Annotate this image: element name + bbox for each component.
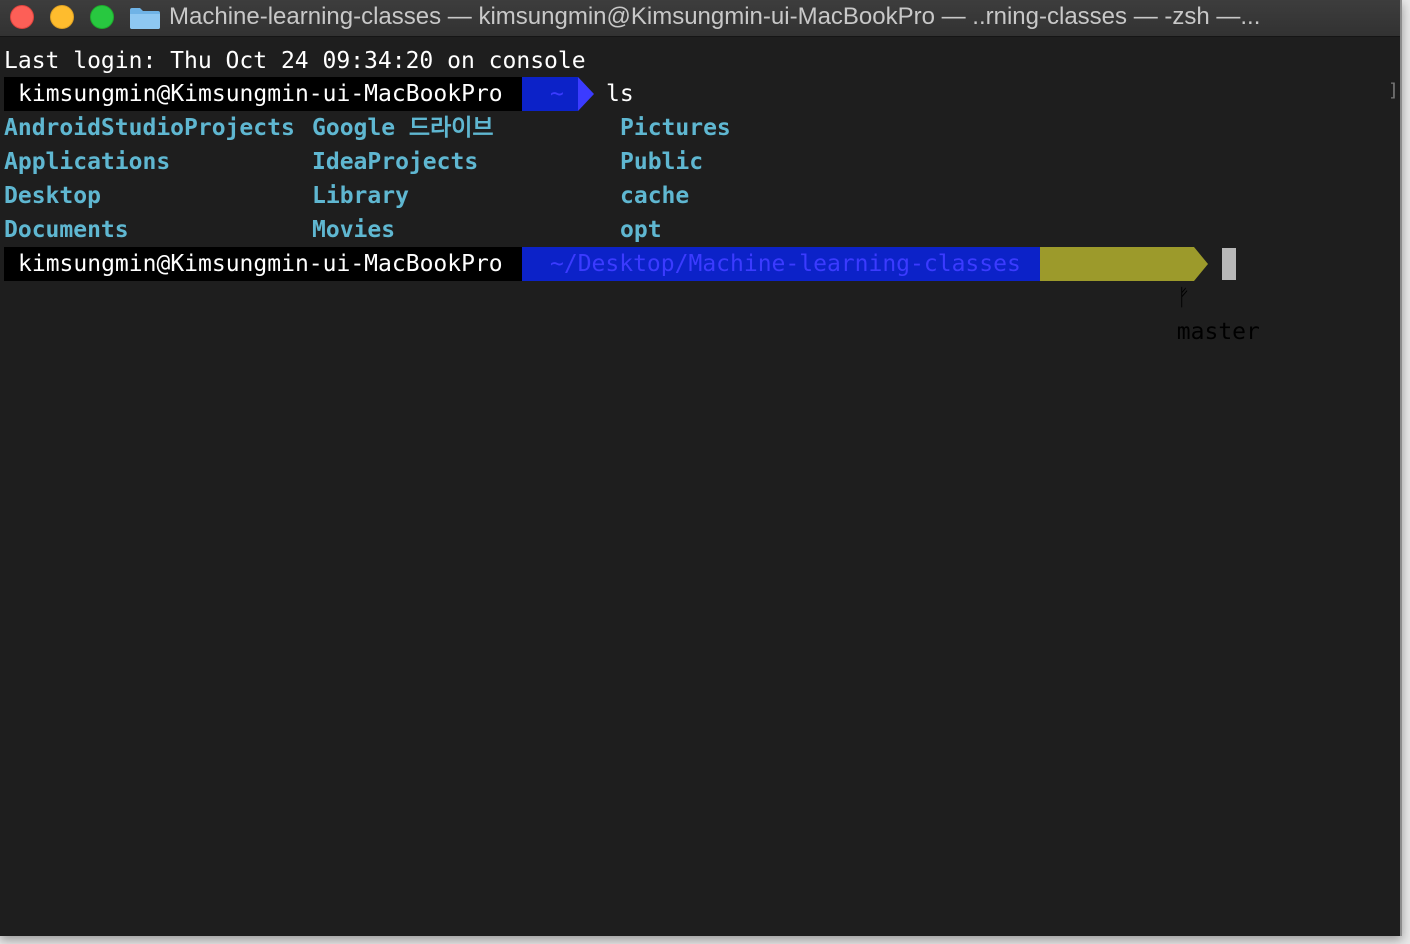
command-text: ls <box>606 81 634 107</box>
ls-entry: opt <box>620 217 662 243</box>
ls-entry: Public <box>620 149 704 175</box>
close-button[interactable] <box>10 5 34 29</box>
ls-entry: AndroidStudioProjects <box>4 115 295 141</box>
git-branch-name: master <box>1176 319 1260 345</box>
ls-entry: IdeaProjects <box>312 149 479 175</box>
folder-icon <box>130 8 160 29</box>
prompt-line-1: kimsungmin@Kimsungmin-ui-MacBookPro ~ ls <box>4 77 704 111</box>
ls-entry: cache <box>620 183 690 209</box>
prompt-separator-arrow <box>578 77 594 111</box>
prompt-user-host: kimsungmin@Kimsungmin-ui-MacBookPro <box>4 77 522 111</box>
title-bar[interactable]: Machine-learning-classes — kimsungmin@Ki… <box>0 0 1400 37</box>
text-cursor <box>1222 248 1236 280</box>
ls-entry: Desktop <box>4 183 101 209</box>
ls-entry: Library <box>312 183 409 209</box>
prompt-user-host: kimsungmin@Kimsungmin-ui-MacBookPro <box>4 247 522 281</box>
prompt-line-2: kimsungmin@Kimsungmin-ui-MacBookPro ~/De… <box>4 247 1264 345</box>
ls-entry: Movies <box>312 217 396 243</box>
ls-entry: Applications <box>4 149 171 175</box>
window-title: Machine-learning-classes — kimsungmin@Ki… <box>169 3 1261 30</box>
ls-entry: Pictures <box>620 115 731 141</box>
prompt-dir: ~ <box>522 77 578 111</box>
maximize-button[interactable] <box>90 5 114 29</box>
minimize-button[interactable] <box>50 5 74 29</box>
prompt-separator-arrow <box>1194 247 1208 281</box>
last-login-line: Last login: Thu Oct 24 09:34:20 on conso… <box>4 48 586 74</box>
ls-entry: Documents <box>4 217 129 243</box>
git-branch-icon: ᚠ <box>1176 285 1191 311</box>
terminal-window: Machine-learning-classes — kimsungmin@Ki… <box>0 0 1402 936</box>
right-margin-mark: ] <box>1388 80 1399 101</box>
prompt-dir: ~/Desktop/Machine-learning-classes <box>522 247 1040 281</box>
git-branch-segment: ᚠ master <box>1040 247 1260 345</box>
ls-entry: Google 드라이브 <box>312 115 494 141</box>
